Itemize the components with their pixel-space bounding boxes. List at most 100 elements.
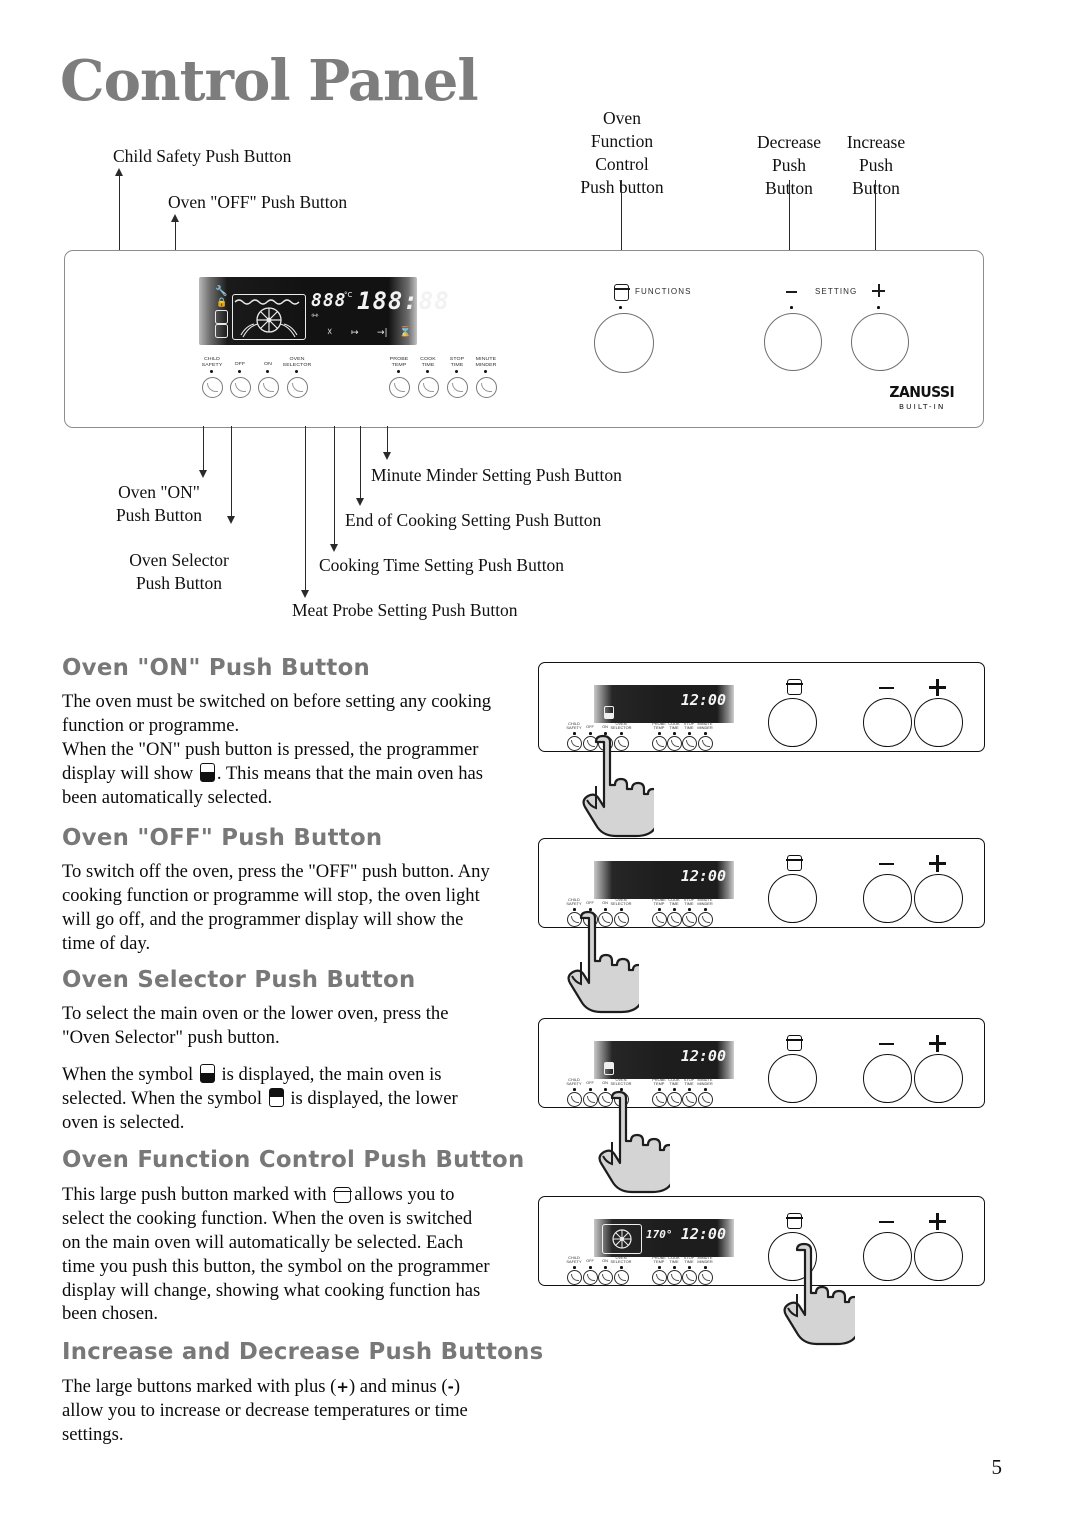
heading-oven-function-control: Oven Function Control Push Button xyxy=(62,1145,525,1173)
degree-unit: °C xyxy=(344,291,353,299)
illustration-oven-off: 12:00 CHILD SAFETY OFF ON OVEN SELECTOR … xyxy=(538,838,990,1014)
body-oven-off: To switch off the oven, press the "OFF" … xyxy=(62,860,494,956)
button-cook-time[interactable] xyxy=(667,912,682,927)
paragraph-text: The oven must be switched on before sett… xyxy=(62,691,492,736)
paragraph: When the "ON" push button is pressed, th… xyxy=(62,738,494,810)
knob-decrease[interactable] xyxy=(863,698,912,747)
button-stop-time[interactable] xyxy=(447,377,468,398)
button-minute-minder[interactable] xyxy=(698,912,713,927)
stop-time-icon: →| xyxy=(377,328,388,338)
illustration-display: 12:00 xyxy=(594,685,734,723)
button-stop-time[interactable] xyxy=(682,912,697,927)
led xyxy=(658,1266,661,1269)
hand-pointer-icon xyxy=(570,734,660,842)
illustration-display: 170° 12:00 xyxy=(594,1219,734,1257)
knob-oven-function-control[interactable] xyxy=(768,1054,817,1103)
button-minute-minder[interactable] xyxy=(698,1270,713,1285)
button-label: MINUTE MINDER xyxy=(697,721,713,731)
button-on[interactable] xyxy=(258,377,279,398)
functions-icon xyxy=(786,1035,803,1051)
paragraph: To switch off the oven, press the "OFF" … xyxy=(62,860,494,956)
button-label: OVEN SELECTOR xyxy=(610,897,632,907)
button-oven-selector[interactable] xyxy=(614,1270,629,1285)
knob-decrease[interactable] xyxy=(863,874,912,923)
button-label-oven-selector: OVEN SELECTOR xyxy=(282,356,312,368)
button-stop-time[interactable] xyxy=(682,1092,697,1107)
led xyxy=(704,908,707,911)
minus-icon xyxy=(786,291,797,293)
knob-label-setting: SETTING xyxy=(815,287,858,296)
paragraph-text: To select the main oven or the lower ove… xyxy=(62,1003,449,1048)
knob-increase[interactable] xyxy=(851,313,909,371)
knob-decrease[interactable] xyxy=(863,1054,912,1103)
leader-line xyxy=(334,426,336,546)
led-probe-temp xyxy=(397,370,400,373)
oven-upper-indicator xyxy=(215,310,228,324)
callout-oven-on: Oven "ON" Push Button xyxy=(115,482,203,526)
button-oven-selector[interactable] xyxy=(287,377,308,398)
minus-icon xyxy=(879,687,894,690)
knob-oven-function-control[interactable] xyxy=(768,698,817,747)
led-off xyxy=(238,370,241,373)
knob-label-functions: FUNCTIONS xyxy=(635,287,692,296)
button-cook-time[interactable] xyxy=(667,736,682,751)
illustration-display: 12:00 xyxy=(594,1041,734,1079)
knob-decrease[interactable] xyxy=(764,313,822,371)
functions-icon xyxy=(786,679,803,695)
wrench-icon: 🔧 xyxy=(215,286,228,297)
functions-symbol-icon xyxy=(333,1187,353,1203)
button-child-safety[interactable] xyxy=(567,1092,582,1107)
plus-icon xyxy=(929,855,946,872)
button-probe-temp[interactable] xyxy=(652,736,667,751)
main-oven-symbol-icon xyxy=(199,1063,215,1083)
button-child-safety[interactable] xyxy=(567,1270,582,1285)
led xyxy=(704,1266,707,1269)
knob-increase[interactable] xyxy=(914,698,963,747)
button-on[interactable] xyxy=(598,1270,613,1285)
button-off[interactable] xyxy=(583,1270,598,1285)
button-minute-minder[interactable] xyxy=(698,1092,713,1107)
paragraph: The oven must be switched on before sett… xyxy=(62,690,494,738)
hand-pointer-icon xyxy=(586,1090,676,1198)
button-stop-time[interactable] xyxy=(682,736,697,751)
knob-increase[interactable] xyxy=(914,1232,963,1281)
page-number: 5 xyxy=(991,1455,1003,1479)
button-label-probe-temp: PROBE TEMP xyxy=(389,356,409,368)
button-child-safety[interactable] xyxy=(202,377,223,398)
brand-logo: ZANUSSI BUILT-IN xyxy=(887,383,957,411)
button-cook-time[interactable] xyxy=(418,377,439,398)
leader-arrow xyxy=(227,516,235,524)
knob-increase[interactable] xyxy=(914,874,963,923)
button-stop-time[interactable] xyxy=(682,1270,697,1285)
button-label: MINUTE MINDER xyxy=(697,897,713,907)
knob-decrease[interactable] xyxy=(863,1232,912,1281)
led xyxy=(673,908,676,911)
cook-time-icon: ↦ xyxy=(351,328,359,338)
knob-increase[interactable] xyxy=(914,1054,963,1103)
knob-oven-function-control[interactable] xyxy=(594,313,654,373)
button-off[interactable] xyxy=(230,377,251,398)
leader-arrow xyxy=(171,214,179,222)
illustration-display: 12:00 xyxy=(594,861,734,899)
led xyxy=(673,1088,676,1091)
display-clock: 12:00 xyxy=(680,691,726,709)
led-child-safety xyxy=(210,370,213,373)
body-oven-function-control: This large push button marked with allow… xyxy=(62,1183,494,1326)
content-area: Oven "ON" Push Button The oven must be s… xyxy=(0,640,1080,1528)
lower-oven-symbol-icon xyxy=(604,1062,614,1075)
callout-end-of-cooking: End of Cooking Setting Push Button xyxy=(345,510,602,530)
button-probe-temp[interactable] xyxy=(652,912,667,927)
callout-child-safety: Child Safety Push Button xyxy=(113,146,292,166)
button-probe-temp[interactable] xyxy=(652,1270,667,1285)
leader-line xyxy=(387,426,389,454)
paragraph-text: The large buttons marked with plus ( xyxy=(62,1376,337,1397)
led xyxy=(688,908,691,911)
button-minute-minder[interactable] xyxy=(476,377,497,398)
minute-minder-icon: ⌛ xyxy=(399,327,412,338)
button-probe-temp[interactable] xyxy=(389,377,410,398)
knob-oven-function-control[interactable] xyxy=(768,874,817,923)
button-cook-time[interactable] xyxy=(667,1270,682,1285)
button-minute-minder[interactable] xyxy=(698,736,713,751)
illustration-oven-on: 12:00 CHILD SAFETY OFF ON OVEN SELECTOR … xyxy=(538,662,990,838)
led-on xyxy=(266,370,269,373)
